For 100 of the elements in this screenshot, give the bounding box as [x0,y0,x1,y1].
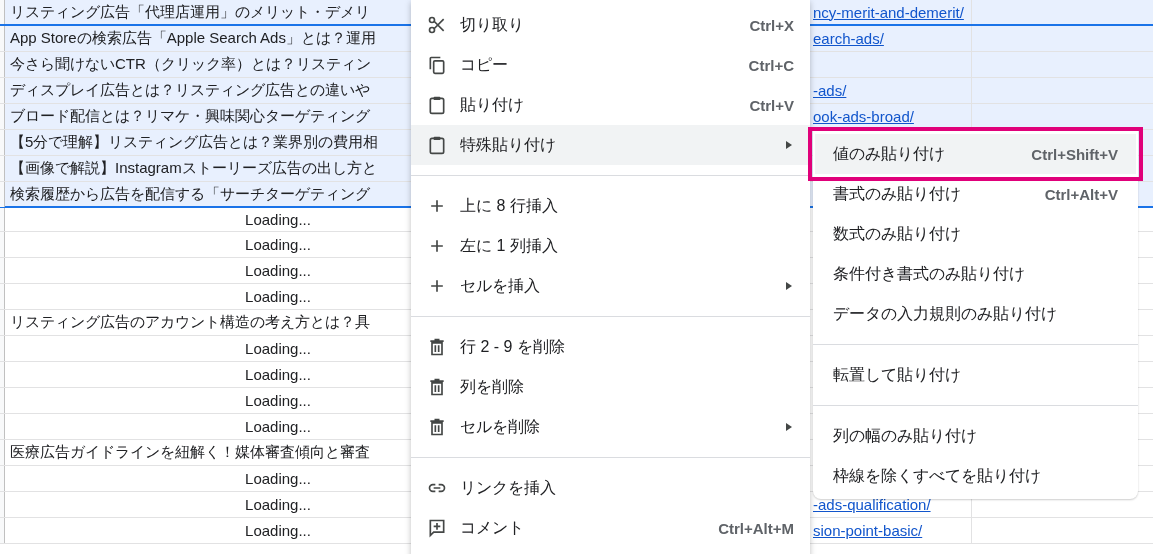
menu-item-label: 数式のみ貼り付け [833,223,962,244]
loading-text: Loading... [245,470,311,487]
row-header[interactable] [0,26,5,51]
url-link[interactable]: ncy-merit-and-demerit/ [813,3,964,21]
row-header[interactable] [0,440,5,465]
menu-item-label: セルを削除 [460,416,541,437]
menu-item[interactable]: コピー Ctrl+C [411,45,810,85]
row-header[interactable] [0,0,5,24]
row-header[interactable] [0,492,5,517]
row-header[interactable] [0,52,5,77]
row-header[interactable] [0,310,5,335]
menu-item[interactable]: リンクを挿入 [411,468,810,508]
loading-text: Loading... [245,211,311,228]
menu-item-label: コメント [460,517,525,538]
menu-item-label: 条件付き書式のみ貼り付け [833,263,1026,284]
menu-item-label: 転置して貼り付け [833,364,962,385]
menu-item-label: リンクを挿入 [460,477,557,498]
menu-item-label: 列の幅のみ貼り付け [833,425,978,446]
menu-item[interactable]: 貼り付け Ctrl+V [411,85,810,125]
menu-item-label: 書式のみ貼り付け [833,183,962,204]
row-header[interactable] [0,182,5,207]
menu-item[interactable]: 左に 1 列挿入 [411,226,810,266]
table-cell-text: 医療広告ガイドラインを紐解く！媒体審査傾向と審査 [9,443,370,462]
scissors-icon [427,15,447,35]
loading-text: Loading... [245,366,311,383]
shortcut-text: Ctrl+Shift+V [1031,145,1118,163]
row-header[interactable] [0,466,5,491]
row-header[interactable] [0,388,5,413]
menu-item-label: 貼り付け [460,94,525,115]
menu-item-label: 特殊貼り付け [460,134,557,155]
menu-item[interactable]: 転置して貼り付け [813,355,1138,395]
loading-text: Loading... [245,236,311,253]
menu-item[interactable]: セルを削除 [411,407,810,447]
menu-item-label: セルを挿入 [460,275,541,296]
menu-item-label: 左に 1 列挿入 [460,235,559,256]
menu-item-label: 列を削除 [460,376,525,397]
copy-icon [427,55,447,75]
table-cell-text: リスティング広告のアカウント構造の考え方とは？具 [9,313,370,332]
clipboard-icon [427,95,447,115]
menu-item-label: 切り取り [460,14,525,35]
menu-item[interactable]: コメント Ctrl+Alt+M [411,508,810,548]
row-header[interactable] [0,232,5,257]
url-link[interactable]: sion-point-basic/ [813,522,923,539]
table-cell-text: App Storeの検索広告「Apple Search Ads」とは？運用 [9,29,376,48]
menu-item[interactable]: 行 2 - 9 を削除 [411,327,810,367]
menu-item[interactable]: データの入力規則のみ貼り付け [813,294,1138,334]
row-header[interactable] [0,208,5,231]
menu-item-label: 行 2 - 9 を削除 [460,336,566,357]
table-cell-text: 今さら聞けないCTR（クリック率）とは？リスティン [9,55,371,74]
loading-text: Loading... [245,288,311,305]
row-header[interactable] [0,104,5,129]
url-link[interactable]: -ads-qualification/ [813,496,931,513]
comment-icon [427,518,447,538]
table-cell-text: ディスプレイ広告とは？リスティング広告との違いや [9,81,370,100]
menu-item[interactable]: 切り取り Ctrl+X [411,5,810,45]
shortcut-text: Ctrl+C [748,56,794,74]
loading-text: Loading... [245,522,311,539]
menu-item[interactable]: 列の幅のみ貼り付け [813,416,1138,456]
row-header[interactable] [0,258,5,283]
menu-item-label: 上に 8 行挿入 [460,195,559,216]
trash-icon [427,337,447,357]
trash-icon [427,377,447,397]
shortcut-text: Ctrl+V [749,96,794,114]
row-header[interactable] [0,78,5,103]
clipboard-icon [427,135,447,155]
row-header[interactable] [0,130,5,155]
menu-item[interactable]: セルを挿入 [411,266,810,306]
menu-item[interactable]: 数式のみ貼り付け [813,214,1138,254]
table-cell-text: 検索履歴から広告を配信する「サーチターゲティング [9,185,370,204]
table-cell-text: 【5分で理解】リスティング広告とは？業界別の費用相 [9,133,379,152]
menu-item-label: データの入力規則のみ貼り付け [833,303,1058,324]
menu-item[interactable]: 上に 8 行挿入 [411,186,810,226]
url-link[interactable]: -ads/ [813,82,847,99]
menu-item-label: 値のみ貼り付け [833,143,946,164]
row-header[interactable] [0,156,5,181]
menu-item[interactable]: 書式のみ貼り付け Ctrl+Alt+V [813,174,1138,214]
row-header[interactable] [0,362,5,387]
shortcut-text: Ctrl+X [749,16,794,34]
url-link[interactable]: earch-ads/ [813,30,884,47]
loading-text: Loading... [245,392,311,409]
table-cell-text: リスティング広告「代理店運用」のメリット・デメリ [9,2,370,22]
menu-item[interactable]: 列を削除 [411,367,810,407]
loading-text: Loading... [245,418,311,435]
row-header[interactable] [0,518,5,543]
row-header[interactable] [0,414,5,439]
loading-text: Loading... [245,262,311,279]
menu-item[interactable]: 条件付き書式のみ貼り付け [813,254,1138,294]
row-header[interactable] [0,336,5,361]
trash-icon [427,417,447,437]
loading-text: Loading... [245,496,311,513]
table-cell-text: 【画像で解説】Instagramストーリーズ広告の出し方と [9,159,377,178]
menu-item[interactable]: 特殊貼り付け [411,125,810,165]
shortcut-text: Ctrl+Alt+V [1044,185,1118,203]
row-header[interactable] [0,284,5,309]
table-cell-text: ブロード配信とは？リマケ・興味関心ターゲティング [9,107,370,126]
url-link[interactable]: ook-ads-broad/ [813,108,914,125]
menu-item-label: 枠線を除くすべてを貼り付け [833,465,1042,486]
shortcut-text: Ctrl+Alt+M [718,519,794,537]
menu-item[interactable]: 枠線を除くすべてを貼り付け [813,456,1138,496]
loading-text: Loading... [245,340,311,357]
